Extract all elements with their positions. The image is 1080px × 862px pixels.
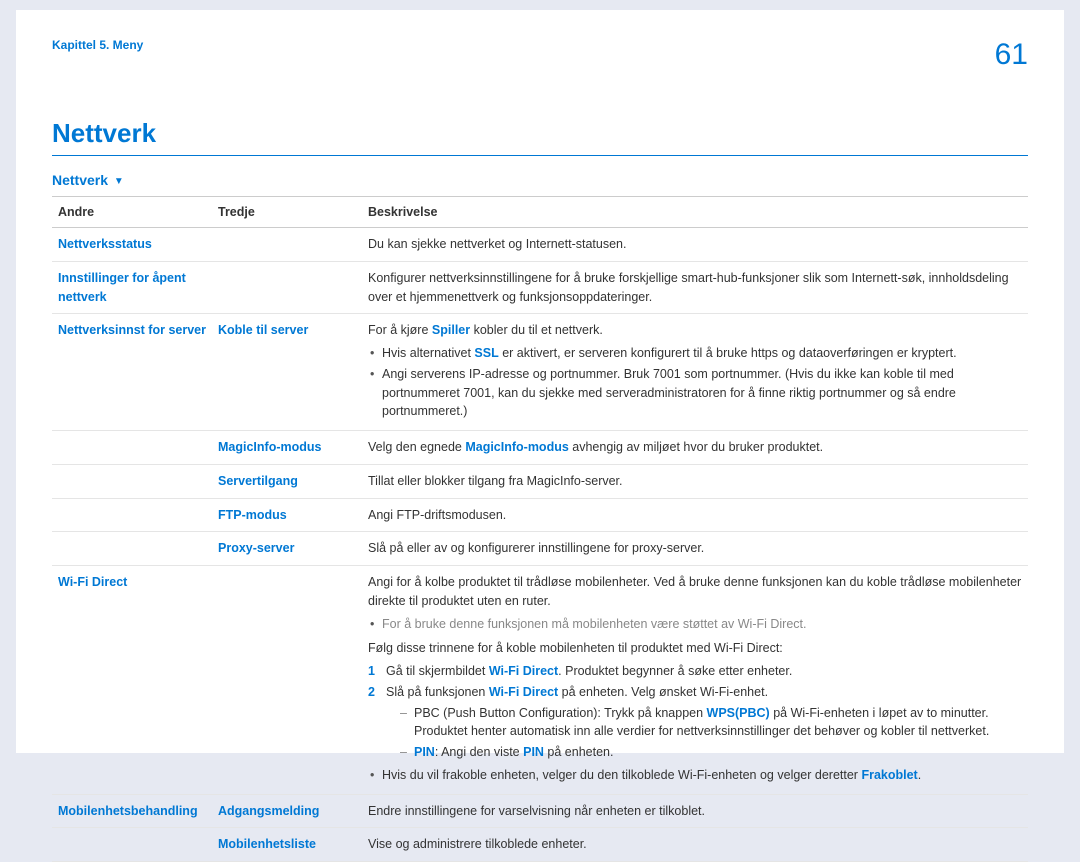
cell-andre <box>52 464 212 498</box>
text: på enheten. Velg ønsket Wi-Fi-enhet. <box>558 685 768 699</box>
text: er aktivert, er serveren konfigurert til… <box>499 346 957 360</box>
cell-desc: Vise og administrere tilkoblede enheter. <box>362 828 1028 862</box>
link-pin[interactable]: PIN <box>414 745 435 759</box>
cell-tredje <box>212 228 362 262</box>
text: Hvis du vil frakoble enheten, velger du … <box>382 768 861 782</box>
list-item: Slå på funksjonen Wi-Fi Direct på enhete… <box>368 683 1022 762</box>
table-row: MagicInfo-modus Velg den egnede MagicInf… <box>52 431 1028 465</box>
link-frakoblet[interactable]: Frakoblet <box>861 768 917 782</box>
text: Gå til skjermbildet <box>386 664 489 678</box>
cell-andre <box>52 532 212 566</box>
dash-list: PBC (Push Button Configuration): Trykk p… <box>386 704 1022 762</box>
table-header-row: Andre Tredje Beskrivelse <box>52 197 1028 228</box>
cell-desc: For å kjøre Spiller kobler du til et net… <box>362 314 1028 431</box>
link-magicinfo[interactable]: MagicInfo-modus <box>465 440 568 454</box>
link-ssl[interactable]: SSL <box>474 346 498 360</box>
cell-desc: Angi FTP-driftsmodusen. <box>362 498 1028 532</box>
chapter-label: Kapittel 5. Meny <box>52 38 143 52</box>
bullet-list: Hvis alternativet SSL er aktivert, er se… <box>368 344 1022 421</box>
paragraph: Angi for å kolbe produktet til trådløse … <box>368 573 1022 611</box>
table-row: Nettverksinnst for server Koble til serv… <box>52 314 1028 431</box>
text: For å kjøre <box>368 323 432 337</box>
table-row: Mobilenhetsbehandling Adgangsmelding End… <box>52 794 1028 828</box>
table-row: Proxy-server Slå på eller av og konfigur… <box>52 532 1028 566</box>
cell-andre: Nettverksstatus <box>52 228 212 262</box>
link-wps[interactable]: WPS(PBC) <box>707 706 770 720</box>
paragraph: Følg disse trinnene for å koble mobilenh… <box>368 639 1022 658</box>
table-row: Servertilgang Tillat eller blokker tilga… <box>52 464 1028 498</box>
col-tredje: Tredje <box>212 197 362 228</box>
cell-desc: Du kan sjekke nettverket og Internett-st… <box>362 228 1028 262</box>
cell-andre: Innstillinger for åpent nettverk <box>52 261 212 314</box>
cell-desc: Velg den egnede MagicInfo-modus avhengig… <box>362 431 1028 465</box>
cell-desc: Konfigurer nettverksinnstillingene for å… <box>362 261 1028 314</box>
cell-desc: Tillat eller blokker tilgang fra MagicIn… <box>362 464 1028 498</box>
page: Kapittel 5. Meny 61 Nettverk Nettverk ▼ … <box>16 10 1064 753</box>
page-number: 61 <box>995 38 1028 72</box>
list-item: Hvis alternativet SSL er aktivert, er se… <box>368 344 1022 363</box>
col-beskrivelse: Beskrivelse <box>362 197 1028 228</box>
table-row: FTP-modus Angi FTP-driftsmodusen. <box>52 498 1028 532</box>
table-row: Mobilenhetsliste Vise og administrere ti… <box>52 828 1028 862</box>
cell-andre: Nettverksinnst for server <box>52 314 212 431</box>
cell-tredje <box>212 566 362 795</box>
text: : Angi den viste <box>435 745 523 759</box>
bullet-list: Hvis du vil frakoble enheten, velger du … <box>368 766 1022 785</box>
text: avhengig av miljøet hvor du bruker produ… <box>569 440 823 454</box>
text: Velg den egnede <box>368 440 465 454</box>
cell-tredje: Koble til server <box>212 314 362 431</box>
text: kobler du til et nettverk. <box>470 323 603 337</box>
cell-desc: Endre innstillingene for varselvisning n… <box>362 794 1028 828</box>
link-spiller[interactable]: Spiller <box>432 323 470 337</box>
list-item: PIN: Angi den viste PIN på enheten. <box>386 743 1022 762</box>
list-item: Hvis du vil frakoble enheten, velger du … <box>368 766 1022 785</box>
table-row: Wi-Fi Direct Angi for å kolbe produktet … <box>52 566 1028 795</box>
cell-desc: Angi for å kolbe produktet til trådløse … <box>362 566 1028 795</box>
triangle-down-icon: ▼ <box>114 176 124 187</box>
cell-desc: Slå på eller av og konfigurerer innstill… <box>362 532 1028 566</box>
cell-tredje: Proxy-server <box>212 532 362 566</box>
list-item: For å bruke denne funksjonen må mobilenh… <box>368 615 1022 634</box>
table-row: Nettverksstatus Du kan sjekke nettverket… <box>52 228 1028 262</box>
numbered-list: Gå til skjermbildet Wi-Fi Direct. Produk… <box>368 662 1022 762</box>
cell-andre <box>52 828 212 862</box>
text: Slå på funksjonen <box>386 685 489 699</box>
cell-andre: Mobilenhetsbehandling <box>52 794 212 828</box>
col-andre: Andre <box>52 197 212 228</box>
text: . <box>918 768 921 782</box>
cell-tredje: Servertilgang <box>212 464 362 498</box>
link-wifi-direct[interactable]: Wi-Fi Direct <box>489 664 558 678</box>
cell-tredje: FTP-modus <box>212 498 362 532</box>
text: . Produktet begynner å søke etter enhete… <box>558 664 792 678</box>
text: på enheten. <box>544 745 614 759</box>
page-title: Nettverk <box>52 118 1028 149</box>
list-item: PBC (Push Button Configuration): Trykk p… <box>386 704 1022 742</box>
cell-andre: Wi-Fi Direct <box>52 566 212 795</box>
cell-andre <box>52 431 212 465</box>
subsection-heading: Nettverk ▼ <box>52 172 1028 188</box>
cell-tredje: Mobilenhetsliste <box>212 828 362 862</box>
table-row: Innstillinger for åpent nettverk Konfigu… <box>52 261 1028 314</box>
cell-andre <box>52 498 212 532</box>
link-wifi-direct[interactable]: Wi-Fi Direct <box>489 685 558 699</box>
cell-tredje: MagicInfo-modus <box>212 431 362 465</box>
list-item: Angi serverens IP-adresse og portnummer.… <box>368 365 1022 421</box>
link-pin[interactable]: PIN <box>523 745 544 759</box>
note-list: For å bruke denne funksjonen må mobilenh… <box>368 615 1022 634</box>
title-divider <box>52 155 1028 156</box>
text: Hvis alternativet <box>382 346 474 360</box>
header: Kapittel 5. Meny 61 <box>52 38 1028 72</box>
cell-tredje: Adgangsmelding <box>212 794 362 828</box>
cell-tredje <box>212 261 362 314</box>
subsection-label: Nettverk <box>52 172 108 188</box>
text: PBC (Push Button Configuration): Trykk p… <box>414 706 707 720</box>
list-item: Gå til skjermbildet Wi-Fi Direct. Produk… <box>368 662 1022 681</box>
settings-table: Andre Tredje Beskrivelse Nettverksstatus… <box>52 196 1028 862</box>
